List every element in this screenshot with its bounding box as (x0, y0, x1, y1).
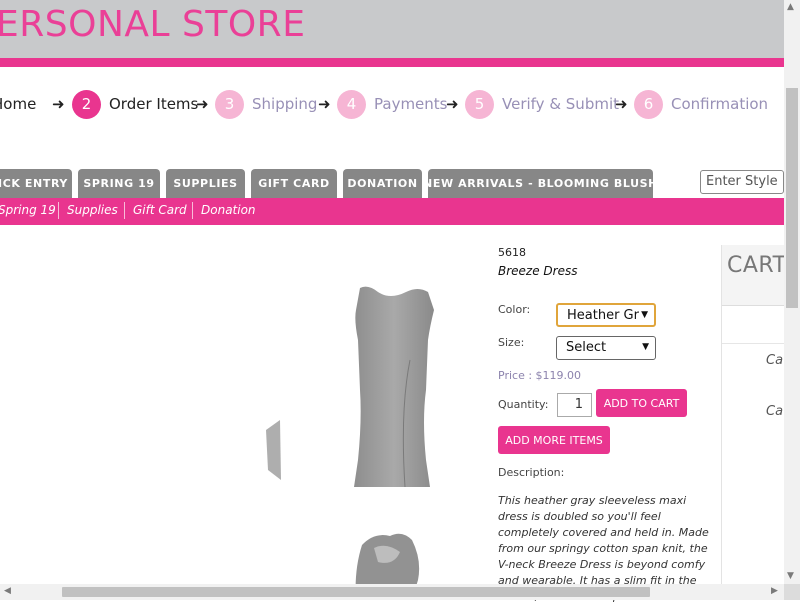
scroll-up-icon[interactable]: ▲ (787, 2, 794, 12)
product-sku: 5618 (498, 246, 526, 259)
caret-down-icon: ▼ (642, 342, 649, 352)
step-label: Confirmation (671, 95, 769, 113)
scroll-down-icon[interactable]: ▼ (787, 571, 794, 581)
step-number: 4 (337, 89, 366, 119)
product-name: Breeze Dress (498, 264, 578, 278)
arrow-right-icon: ➜ (446, 95, 459, 113)
quantity-input[interactable]: 1 (557, 393, 592, 417)
cart-row (722, 307, 785, 344)
color-label: Color: (498, 303, 531, 316)
step-label: Order Items (109, 95, 199, 113)
tab-spring-19[interactable]: SPRING 19 (78, 169, 160, 198)
step-order-items[interactable]: 2 Order Items (72, 89, 199, 119)
step-number: 6 (634, 89, 663, 119)
tab-new-arrivals[interactable]: NEW ARRIVALS - BLOOMING BLUSH (423, 169, 657, 198)
step-verify-submit[interactable]: 5 Verify & Submit (465, 89, 619, 119)
cart-item[interactable]: Ca (766, 404, 783, 419)
checkout-steps: Home 2 Order Items 3 Shipping 4 Payments… (0, 89, 784, 119)
step-payments[interactable]: 4 Payments (337, 89, 448, 119)
scroll-left-icon[interactable]: ◀ (4, 586, 11, 596)
scroll-right-icon[interactable]: ▶ (771, 586, 778, 596)
tab-gift-card[interactable]: GIFT CARD (251, 169, 337, 198)
arrow-right-icon: ➜ (52, 95, 65, 113)
step-number: 5 (465, 89, 494, 119)
product-image-gallery[interactable] (250, 270, 490, 600)
add-to-cart-button[interactable]: ADD TO CART (596, 389, 687, 417)
store-title: ERSONAL STORE (0, 4, 306, 45)
product-price: Price : $119.00 (498, 369, 582, 382)
step-label: Verify & Submit (502, 95, 619, 113)
size-label: Size: (498, 336, 525, 349)
vertical-scroll-thumb[interactable] (786, 88, 798, 308)
horizontal-scrollbar[interactable]: ◀ ▶ (0, 584, 784, 600)
step-label: Shipping (252, 95, 318, 113)
subnav-divider (58, 202, 59, 219)
dress-image (266, 286, 434, 600)
tab-quick-entry[interactable]: ICK ENTRY (0, 169, 72, 198)
size-select[interactable]: Select ▼ (556, 336, 656, 360)
arrow-right-icon: ➜ (196, 95, 209, 113)
step-number: 3 (215, 89, 244, 119)
site-header: ERSONAL STORE (0, 0, 784, 58)
cart-header: CART (722, 245, 787, 306)
subnav-spring-19[interactable]: Spring 19 (0, 203, 56, 217)
color-select[interactable]: Heather Gr ▼ (556, 303, 656, 327)
step-label: Payments (374, 95, 448, 113)
subnav-gift-card[interactable]: Gift Card (133, 203, 187, 217)
scrollbar-corner (784, 584, 800, 600)
subnav-supplies[interactable]: Supplies (67, 203, 118, 217)
tab-donation[interactable]: DONATION (343, 169, 422, 198)
color-select-value: Heather Gr (567, 308, 639, 323)
quantity-label: Quantity: (498, 398, 549, 411)
step-number: 2 (72, 89, 101, 119)
subnav-divider (124, 202, 125, 219)
description-label: Description: (498, 466, 565, 479)
horizontal-scroll-thumb[interactable] (62, 587, 650, 597)
tab-supplies[interactable]: SUPPLIES (166, 169, 245, 198)
caret-down-icon: ▼ (641, 310, 648, 320)
subnav-donation[interactable]: Donation (201, 203, 256, 217)
step-confirmation[interactable]: 6 Confirmation (634, 89, 769, 119)
size-select-value: Select (566, 340, 607, 355)
arrow-right-icon: ➜ (615, 95, 628, 113)
step-label: Home (0, 95, 37, 113)
cart-panel: CART Ca Ca (721, 245, 787, 590)
header-accent-bar (0, 58, 784, 67)
sub-navigation: Spring 19 Supplies Gift Card Donation (0, 198, 784, 225)
style-search-input[interactable]: Enter Style I (700, 170, 784, 194)
vertical-scrollbar[interactable]: ▲ ▼ (784, 0, 800, 584)
cart-title: CART (727, 253, 787, 278)
cart-item[interactable]: Ca (766, 353, 783, 368)
subnav-divider (192, 202, 193, 219)
add-more-items-button[interactable]: ADD MORE ITEMS (498, 426, 610, 454)
step-home[interactable]: Home (0, 90, 36, 118)
step-shipping[interactable]: 3 Shipping (215, 89, 318, 119)
arrow-right-icon: ➜ (318, 95, 331, 113)
